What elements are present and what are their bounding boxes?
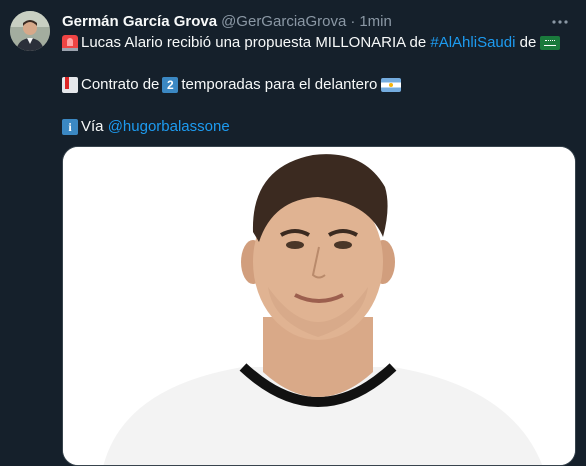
- tweet[interactable]: Germán García Grova @GerGarciaGrova · 1m…: [0, 0, 586, 466]
- text-segment: Contrato de: [81, 76, 160, 93]
- text-segment: Vía: [81, 118, 104, 135]
- text-segment: Lucas Alario recibió una propuesta MILLO…: [81, 34, 427, 51]
- author-name[interactable]: Germán García Grova: [62, 13, 217, 30]
- tweet-text: Lucas Alario recibió una propuesta MILLO…: [62, 32, 578, 138]
- saudi-flag-icon: [540, 36, 561, 50]
- text-segment: de: [519, 34, 537, 51]
- tweet-timestamp[interactable]: 1min: [359, 13, 392, 30]
- mention-link[interactable]: @hugorbalassone: [108, 116, 230, 138]
- separator-dot: ·: [350, 12, 356, 30]
- info-icon: i: [62, 119, 78, 135]
- tweet-image[interactable]: [62, 146, 576, 466]
- tweet-line-3: i Vía @hugorbalassone: [62, 116, 578, 138]
- police-light-icon: [62, 35, 78, 51]
- tweet-header: Germán García Grova @GerGarciaGrova · 1m…: [62, 11, 392, 31]
- keycap-number-icon: 2: [162, 77, 179, 93]
- tweet-line-1: Lucas Alario recibió una propuesta MILLO…: [62, 32, 578, 54]
- author-handle[interactable]: @GerGarciaGrova: [221, 13, 346, 30]
- bookmark-tabs-icon: [62, 77, 78, 93]
- argentina-flag-icon: [381, 78, 402, 92]
- more-options-icon[interactable]: [550, 12, 570, 32]
- tweet-line-2: Contrato de 2 temporadas para el delante…: [62, 74, 578, 96]
- text-segment: temporadas para el delantero: [181, 76, 378, 93]
- hashtag-link[interactable]: #AlAhliSaudi: [430, 32, 515, 54]
- profile-avatar[interactable]: [10, 11, 50, 51]
